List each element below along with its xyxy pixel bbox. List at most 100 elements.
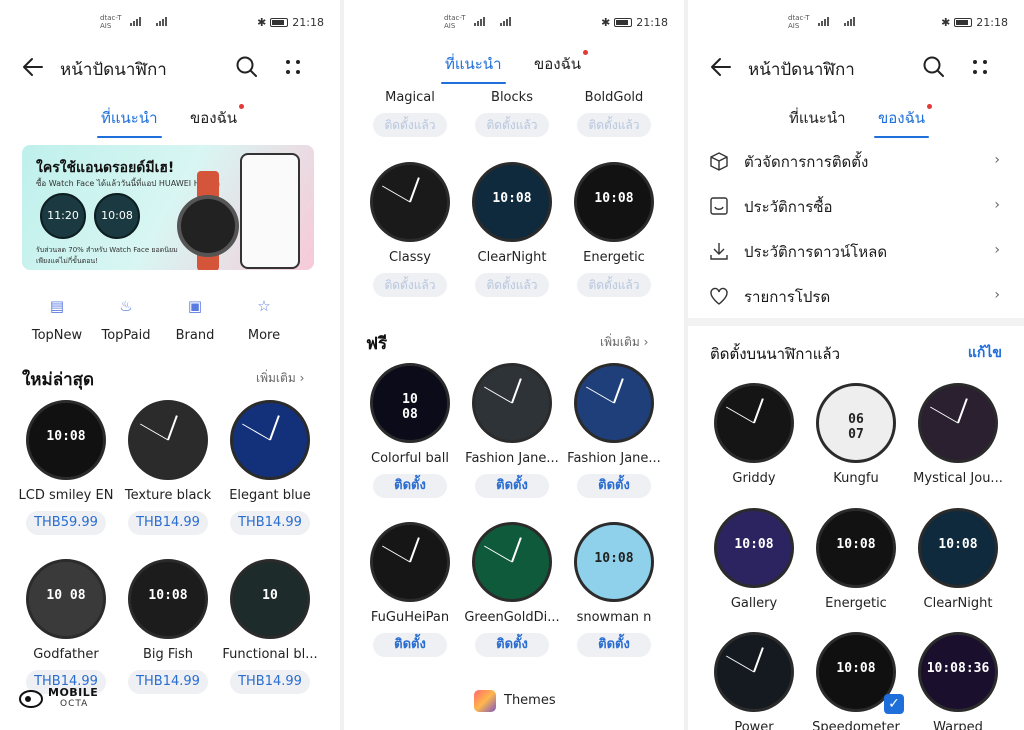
status-time: 21:18 bbox=[292, 16, 324, 29]
watch-face-name: Warped bbox=[933, 720, 983, 730]
grid-menu-icon[interactable] bbox=[280, 54, 306, 80]
watch-face-name: snowman n bbox=[576, 610, 652, 625]
section-more-link[interactable]: เพิ่มเติม › bbox=[600, 333, 648, 352]
tab-recommended[interactable]: ที่แนะนำ bbox=[441, 52, 506, 84]
watch-face-item[interactable]: Magical ติดตั้งแล้ว bbox=[360, 84, 460, 137]
page-title: หน้าปัดนาฬิกา bbox=[748, 60, 855, 80]
tab-bar: ที่แนะนำ ของฉัน bbox=[688, 104, 1024, 138]
search-icon[interactable] bbox=[234, 54, 260, 80]
clock-hand bbox=[382, 185, 411, 203]
watch-face-item[interactable]: Mystical Jou... bbox=[908, 383, 1008, 486]
back-arrow-icon[interactable] bbox=[708, 54, 734, 80]
tab-mine[interactable]: ของฉัน bbox=[873, 104, 933, 138]
tab-mine[interactable]: ของฉัน bbox=[190, 104, 245, 130]
themes-app-icon bbox=[474, 690, 496, 712]
edit-button[interactable]: แก้ไข bbox=[968, 342, 1002, 364]
watch-face-preview: 10:08 bbox=[816, 508, 896, 588]
grid-menu-icon[interactable] bbox=[967, 54, 993, 80]
watch-face-item[interactable]: Griddy bbox=[704, 383, 804, 486]
category-topnew[interactable]: ▤ TopNew bbox=[27, 296, 87, 343]
clock-hand bbox=[957, 398, 968, 424]
watch-face-item[interactable]: 10 08 Godfather THB14.99 bbox=[16, 559, 116, 694]
section-more-link[interactable]: เพิ่มเติม › bbox=[256, 369, 304, 388]
banner-footer: รับส่วนลด 70% สำหรับ Watch Face ยอดนิยม … bbox=[36, 246, 178, 265]
install-button[interactable]: ติดตั้ง bbox=[373, 474, 447, 498]
watch-face-item[interactable]: 10:08:36 Warped bbox=[908, 632, 1008, 730]
watch-face-item[interactable]: Fashion Jane... ติดตั้ง bbox=[462, 363, 562, 498]
menu-install-manager[interactable]: ตัวจัดการการติดตั้ง › bbox=[708, 148, 1000, 176]
watch-face-item[interactable]: Classy ติดตั้งแล้ว bbox=[360, 162, 460, 297]
section-title: ติดตั้งบนนาฬิกาแล้ว bbox=[710, 345, 841, 363]
menu-purchase-history[interactable]: ประวัติการซื้อ › bbox=[708, 193, 1000, 221]
watch-face-name: Mystical Jou... bbox=[913, 471, 1003, 486]
watch-face-item[interactable]: Elegant blue THB14.99 bbox=[220, 400, 320, 535]
menu-download-history[interactable]: ประวัติการดาวน์โหลด › bbox=[708, 238, 1000, 266]
watch-face-item[interactable]: 10:08 snowman n ติดตั้ง bbox=[564, 522, 664, 657]
section-header-free: ฟรี เพิ่มเติม › bbox=[366, 330, 684, 354]
clock-hand bbox=[484, 545, 513, 563]
install-button[interactable]: ติดตั้ง bbox=[577, 633, 651, 657]
purchase-icon bbox=[710, 197, 728, 215]
menu-favorites[interactable]: รายการโปรด › bbox=[708, 283, 1000, 311]
face-time-text: 06 07 bbox=[848, 412, 864, 442]
category-brand[interactable]: ▣ Brand bbox=[165, 296, 225, 343]
watch-face-item[interactable]: 06 07 Kungfu bbox=[806, 383, 906, 486]
watch-face-item[interactable]: 10:08 Gallery bbox=[704, 508, 804, 611]
watch-face-preview bbox=[128, 400, 208, 480]
watch-face-item[interactable]: Power bbox=[704, 632, 804, 730]
category-toppaid[interactable]: ♨ TopPaid bbox=[96, 296, 156, 343]
promo-banner[interactable]: ใครใช้แอนดรอยด์มีเฮ! ซื้อ Watch Face ได้… bbox=[22, 145, 314, 270]
watch-face-item[interactable]: BoldGold ติดตั้งแล้ว bbox=[564, 84, 664, 137]
carrier-label: dtac-T AIS bbox=[444, 14, 466, 30]
watch-face-item[interactable]: 10:08 Speedometer ✓ bbox=[806, 632, 906, 730]
install-button[interactable]: ติดตั้ง bbox=[373, 633, 447, 657]
watch-face-name: Elegant blue bbox=[229, 488, 311, 503]
watch-face-item[interactable]: 10:08 ClearNight bbox=[908, 508, 1008, 611]
notification-dot bbox=[927, 104, 933, 109]
watch-face-item[interactable]: 10:08 ClearNight ติดตั้งแล้ว bbox=[462, 162, 562, 297]
price-button[interactable]: THB14.99 bbox=[128, 670, 208, 694]
price-button[interactable]: THB14.99 bbox=[230, 511, 310, 535]
face-time-text: 10 08 bbox=[46, 588, 86, 603]
chevron-right-icon: › bbox=[994, 242, 1000, 258]
install-button[interactable]: ติดตั้ง bbox=[475, 633, 549, 657]
selected-check-icon[interactable]: ✓ bbox=[884, 694, 904, 714]
watch-face-preview bbox=[230, 400, 310, 480]
clock-hand bbox=[753, 647, 764, 673]
watch-face-item[interactable]: 10:08 Energetic ติดตั้งแล้ว bbox=[564, 162, 664, 297]
watch-face-item[interactable]: 10:08 Energetic bbox=[806, 508, 906, 611]
watchface-store-panel: dtac-T AIS ✱ 21:18 หน้าปัดนาฬิกา ที่แนะน… bbox=[0, 0, 340, 730]
clock-hand bbox=[409, 537, 420, 563]
watch-face-item[interactable]: FuGuHeiPan ติดตั้ง bbox=[360, 522, 460, 657]
price-button[interactable]: THB59.99 bbox=[26, 511, 106, 535]
install-button[interactable]: ติดตั้ง bbox=[577, 474, 651, 498]
price-button[interactable]: THB14.99 bbox=[230, 670, 310, 694]
category-more[interactable]: ☆ More bbox=[234, 296, 294, 343]
tab-recommended[interactable]: ที่แนะนำ bbox=[789, 106, 846, 130]
watch-face-item[interactable]: Texture black THB14.99 bbox=[118, 400, 218, 535]
face-time-text: 10:08 bbox=[594, 191, 634, 206]
watch-face-item[interactable]: 10:08 LCD smiley EN THB59.99 bbox=[16, 400, 116, 535]
heart-icon bbox=[710, 287, 728, 305]
back-arrow-icon[interactable] bbox=[20, 54, 46, 80]
watch-face-item[interactable]: Fashion Jane... ติดตั้ง bbox=[564, 363, 664, 498]
tab-recommended[interactable]: ที่แนะนำ bbox=[97, 106, 162, 138]
watch-face-item[interactable]: Blocks ติดตั้งแล้ว bbox=[462, 84, 562, 137]
watch-face-item[interactable]: GreenGoldDi... ติดตั้ง bbox=[462, 522, 562, 657]
price-button[interactable]: THB14.99 bbox=[128, 511, 208, 535]
watermark-line2: OCTA bbox=[60, 699, 89, 709]
status-bar: dtac-T AIS ✱ 21:18 bbox=[688, 14, 1024, 32]
watch-face-preview: 10 08 bbox=[370, 363, 450, 443]
watch-face-name: Griddy bbox=[732, 471, 776, 486]
tab-mine[interactable]: ของฉัน bbox=[534, 50, 589, 76]
watch-face-preview bbox=[918, 383, 998, 463]
watch-face-preview: 10 08 bbox=[26, 559, 106, 639]
search-icon[interactable] bbox=[921, 54, 947, 80]
banner-watch-time: 11:20 bbox=[47, 209, 79, 222]
watch-face-item[interactable]: 10 08 Colorful ball ติดตั้ง bbox=[360, 363, 460, 498]
tab-label: ที่แนะนำ bbox=[445, 55, 502, 73]
topnew-icon: ▤ bbox=[49, 297, 65, 315]
watch-face-item[interactable]: 10 Functional bl... THB14.99 bbox=[220, 559, 320, 694]
install-button[interactable]: ติดตั้ง bbox=[475, 474, 549, 498]
watch-face-item[interactable]: 10:08 Big Fish THB14.99 bbox=[118, 559, 218, 694]
